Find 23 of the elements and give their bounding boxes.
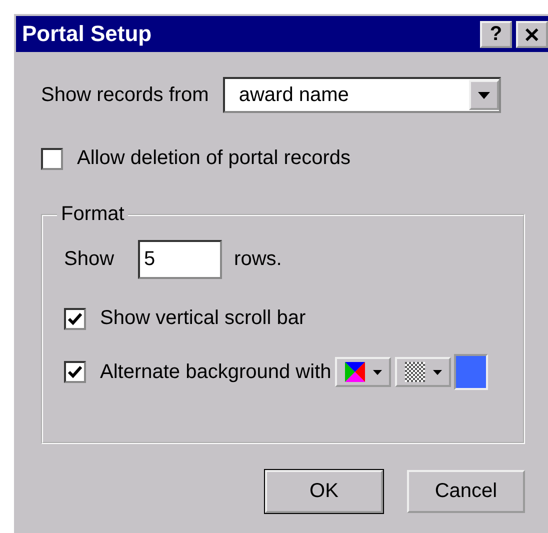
color-palette-icon xyxy=(344,362,364,382)
window-title: Portal Setup xyxy=(22,21,152,47)
field-label: Show xyxy=(64,248,114,271)
pattern-icon xyxy=(404,362,424,382)
help-button[interactable]: ? xyxy=(480,20,512,48)
pattern-picker-button[interactable] xyxy=(395,357,452,387)
checkbox-label: Show vertical scroll bar xyxy=(100,307,306,330)
checkbox[interactable] xyxy=(64,308,86,330)
checkbox-label: Alternate background with xyxy=(100,360,332,384)
color-picker-button[interactable] xyxy=(335,357,392,387)
dialog-button[interactable]: Cancel xyxy=(407,470,525,513)
dialog-button[interactable]: OK xyxy=(265,470,383,513)
checkbox[interactable] xyxy=(64,361,86,383)
checkbox[interactable] xyxy=(41,148,63,170)
rows-input-field[interactable]: 5 xyxy=(138,240,222,279)
close-button[interactable]: ✕ xyxy=(516,20,548,48)
caret-icon xyxy=(373,370,382,374)
field-suffix: rows. xyxy=(234,248,282,271)
caret-icon xyxy=(433,370,442,374)
records-dropdown[interactable]: award name xyxy=(222,77,501,113)
color-swatch[interactable] xyxy=(454,354,488,390)
field-label: Show records from xyxy=(41,84,209,106)
checkbox-label: Allow deletion of portal records xyxy=(77,147,350,170)
